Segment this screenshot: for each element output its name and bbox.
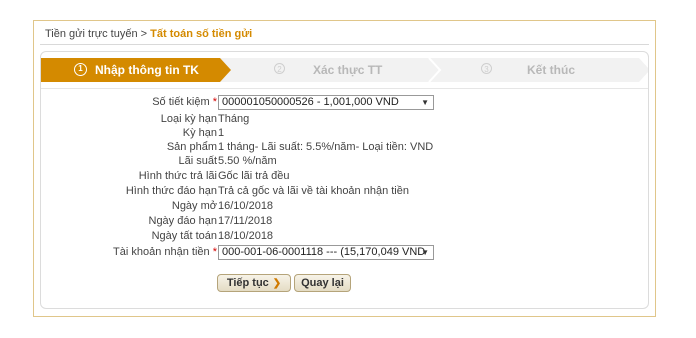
tai-khoan-nhan-tien-label: Tài khoản nhận tiền * bbox=[113, 246, 217, 258]
breadcrumb: Tiền gửi trực tuyến > Tất toán số tiền g… bbox=[45, 28, 252, 40]
hinh-thuc-tra-lai-value: Gốc lãi trả đều bbox=[218, 170, 290, 182]
lai-suat-label: Lãi suất bbox=[178, 155, 217, 167]
ngay-mo-label: Ngày mở bbox=[171, 200, 217, 212]
step-1-number-icon: 1 bbox=[74, 63, 87, 76]
row-hinh-thuc-dao-han: Hình thức đáo hạn Trả cả gốc và lãi về t… bbox=[41, 185, 648, 199]
ky-han-label: Kỳ hạn bbox=[182, 127, 217, 139]
back-button[interactable]: Quay lại bbox=[294, 274, 351, 292]
row-hinh-thuc-tra-lai: Hình thức trả lãi Gốc lãi trả đều bbox=[41, 170, 648, 184]
ngay-mo-value: 16/10/2018 bbox=[218, 200, 274, 212]
row-san-pham: Sản phẩm 1 tháng- Lãi suất: 5.5%/năm- Lo… bbox=[41, 141, 648, 155]
step-2-number-icon: 2 bbox=[274, 63, 285, 74]
lai-suat-value: 5.50 %/năm bbox=[218, 155, 277, 167]
hinh-thuc-dao-han-value: Trả cả gốc và lãi về tài khoản nhận tiền bbox=[218, 185, 409, 197]
san-pham-label: Sản phẩm bbox=[166, 141, 217, 153]
san-pham-value: 1 tháng- Lãi suất: 5.5%/năm- Loại tiền: … bbox=[218, 141, 434, 153]
dropdown-arrow-icon: ▼ bbox=[421, 248, 429, 257]
row-ngay-mo: Ngày mở 16/10/2018 bbox=[41, 200, 648, 214]
so-tiet-kiem-select[interactable]: 000001050000526 - 1,001,000 VND ▼ bbox=[218, 95, 434, 110]
so-tiet-kiem-selected-value: 000001050000526 - 1,001,000 VND bbox=[222, 96, 399, 108]
main-panel: Tiền gửi trực tuyến > Tất toán số tiền g… bbox=[33, 20, 656, 317]
breadcrumb-separator: > bbox=[140, 28, 148, 40]
ngay-tat-toan-value: 18/10/2018 bbox=[218, 230, 274, 242]
row-ngay-dao-han: Ngày đáo hạn 17/11/2018 bbox=[41, 215, 648, 229]
ngay-tat-toan-label: Ngày tất toán bbox=[151, 230, 217, 242]
loai-ky-han-value: Tháng bbox=[218, 113, 250, 125]
breadcrumb-current: Tất toán số tiền gửi bbox=[150, 28, 253, 40]
step-3-label: Kết thúc bbox=[527, 63, 575, 77]
form-container: 1 Nhập thông tin TK 2 Xác thực TT 3 Kết … bbox=[40, 51, 649, 309]
dropdown-arrow-icon: ▼ bbox=[421, 98, 429, 107]
tai-khoan-nhan-tien-selected-value: 000-001-06-0001118 --- (15,170,049 VND bbox=[222, 246, 426, 258]
row-so-tiet-kiem: Số tiết kiệm * 000001050000526 - 1,001,0… bbox=[41, 95, 648, 110]
ky-han-value: 1 bbox=[218, 127, 225, 139]
continue-button[interactable]: Tiếp tục ❯ bbox=[217, 274, 291, 292]
step-progress-bar: 1 Nhập thông tin TK 2 Xác thực TT 3 Kết … bbox=[41, 58, 648, 82]
continue-button-label: Tiếp tục bbox=[226, 277, 269, 289]
row-loai-ky-han: Loại kỳ hạn Tháng bbox=[41, 113, 648, 127]
ngay-dao-han-value: 17/11/2018 bbox=[218, 215, 273, 227]
step-3-number-icon: 3 bbox=[481, 63, 492, 74]
breadcrumb-divider bbox=[40, 44, 649, 45]
ngay-dao-han-label: Ngày đáo hạn bbox=[148, 215, 218, 227]
step-2-label: Xác thực TT bbox=[313, 63, 383, 77]
row-ngay-tat-toan: Ngày tất toán 18/10/2018 bbox=[41, 230, 648, 244]
row-tai-khoan-nhan-tien: Tài khoản nhận tiền * 000-001-06-0001118… bbox=[41, 245, 648, 260]
row-lai-suat: Lãi suất 5.50 %/năm bbox=[41, 155, 648, 169]
row-ky-han: Kỳ hạn 1 bbox=[41, 127, 648, 141]
so-tiet-kiem-label: Số tiết kiệm * bbox=[152, 96, 217, 108]
hinh-thuc-dao-han-label: Hình thức đáo hạn bbox=[125, 185, 217, 197]
back-button-label: Quay lại bbox=[301, 277, 344, 289]
chevron-right-icon: ❯ bbox=[272, 278, 282, 289]
form-divider bbox=[41, 88, 648, 91]
tai-khoan-nhan-tien-select[interactable]: 000-001-06-0001118 --- (15,170,049 VND ▼ bbox=[218, 245, 434, 260]
loai-ky-han-label: Loại kỳ hạn bbox=[160, 113, 217, 125]
hinh-thuc-tra-lai-label: Hình thức trả lãi bbox=[138, 170, 217, 182]
step-1-label: Nhập thông tin TK bbox=[95, 63, 199, 77]
breadcrumb-parent-link[interactable]: Tiền gửi trực tuyến bbox=[45, 28, 138, 40]
